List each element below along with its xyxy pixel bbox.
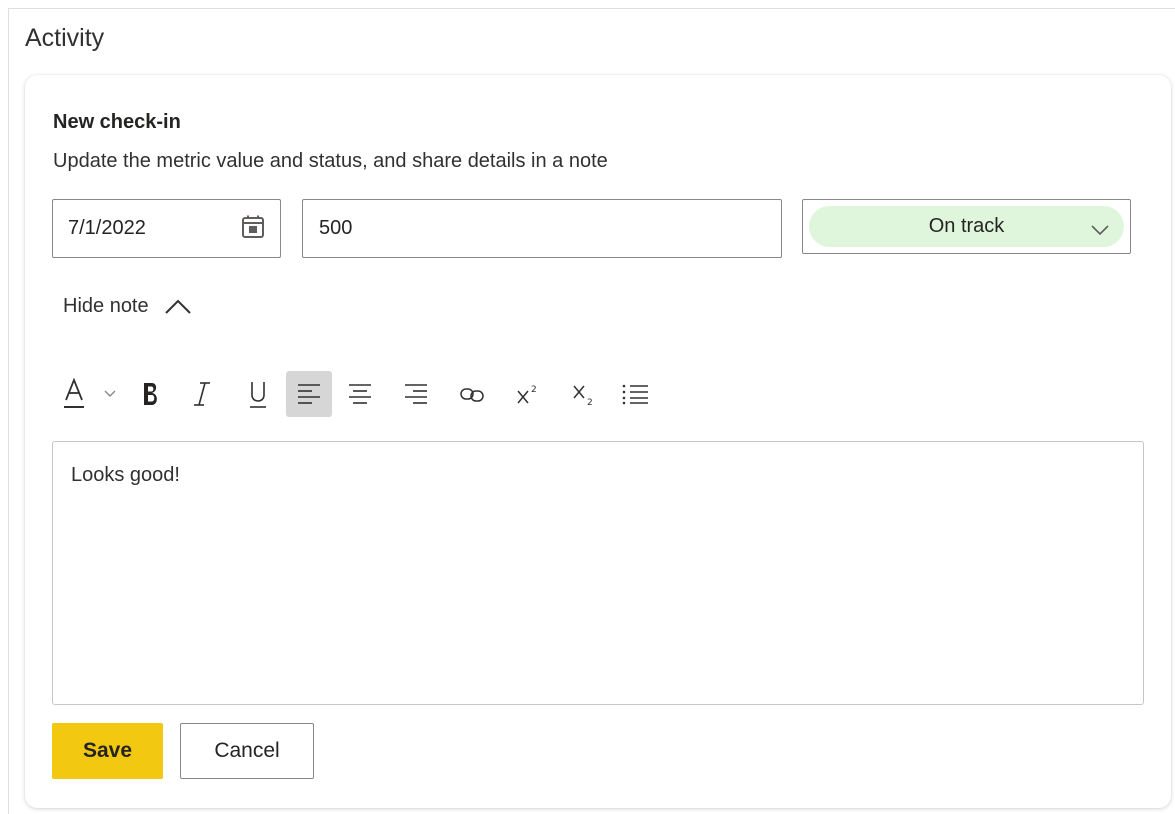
- bullet-list-icon: [622, 384, 648, 405]
- status-pill[interactable]: On track: [809, 206, 1124, 247]
- link-icon: [460, 388, 484, 402]
- hide-note-toggle[interactable]: Hide note: [63, 295, 193, 318]
- checkin-description: Update the metric value and status, and …: [53, 150, 608, 172]
- font-color-icon: [64, 377, 84, 408]
- chevron-up-icon: [164, 299, 191, 314]
- italic-icon: [194, 382, 210, 406]
- date-field[interactable]: 7/1/2022: [52, 199, 281, 258]
- subscript-icon: 2: [573, 385, 593, 407]
- align-center-icon: [349, 384, 371, 404]
- date-value: 7/1/2022: [68, 217, 146, 239]
- status-label: On track: [928, 215, 1005, 237]
- note-editor[interactable]: Looks good!: [52, 441, 1144, 705]
- chevron-down-icon: [104, 390, 116, 397]
- bullet-list-button[interactable]: [612, 371, 658, 417]
- metric-value-input[interactable]: 500: [302, 199, 782, 258]
- status-dropdown[interactable]: On track: [802, 199, 1131, 254]
- align-right-button[interactable]: [388, 371, 444, 417]
- align-center-button[interactable]: [332, 371, 388, 417]
- align-left-icon: [298, 384, 320, 404]
- bold-icon: [144, 383, 157, 405]
- note-text: Looks good!: [71, 464, 180, 486]
- align-right-icon: [405, 384, 427, 404]
- underline-button[interactable]: [230, 371, 286, 417]
- underline-icon: [250, 382, 266, 408]
- formatting-toolbar: 2 2: [56, 371, 658, 417]
- metric-value: 500: [319, 217, 353, 239]
- save-button[interactable]: Save: [52, 723, 163, 779]
- italic-button[interactable]: [174, 371, 230, 417]
- chevron-down-icon: [1090, 220, 1110, 236]
- checkin-heading: New check-in: [53, 111, 181, 133]
- superscript-button[interactable]: 2: [500, 371, 556, 417]
- font-color-dropdown[interactable]: [92, 371, 128, 417]
- section-title: Activity: [25, 24, 105, 52]
- svg-text:2: 2: [531, 385, 537, 395]
- link-button[interactable]: [444, 371, 500, 417]
- svg-text:2: 2: [587, 398, 593, 407]
- calendar-icon[interactable]: [240, 214, 266, 240]
- align-left-button[interactable]: [286, 371, 332, 417]
- bold-button[interactable]: [128, 371, 174, 417]
- superscript-icon: 2: [517, 385, 537, 404]
- hide-note-label: Hide note: [63, 295, 149, 317]
- subscript-button[interactable]: 2: [556, 371, 612, 417]
- cancel-button[interactable]: Cancel: [180, 723, 314, 779]
- font-color-button[interactable]: [56, 371, 92, 417]
